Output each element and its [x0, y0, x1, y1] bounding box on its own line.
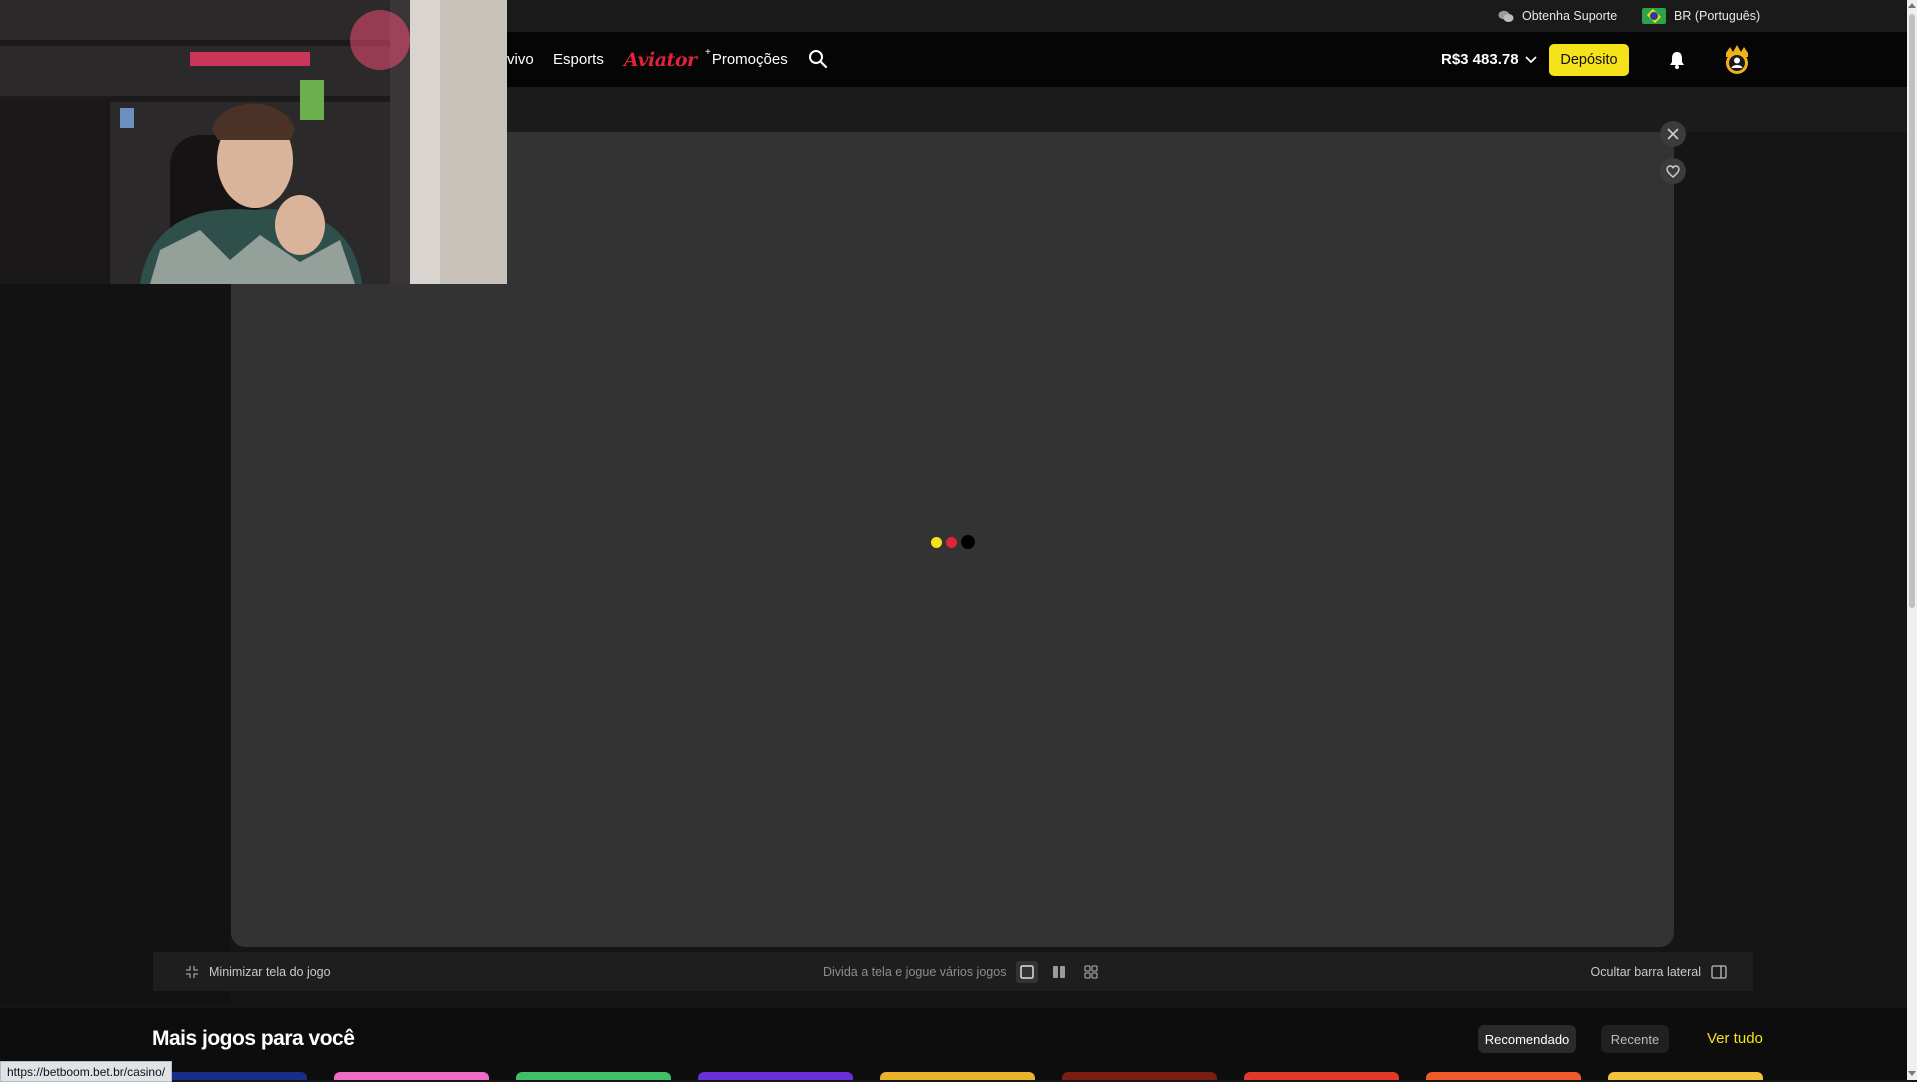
- game-thumbnail[interactable]: [1062, 1072, 1217, 1080]
- minimize-label: Minimizar tela do jogo: [209, 964, 331, 979]
- game-thumbnail[interactable]: [1426, 1072, 1581, 1080]
- single-view-icon: [1020, 964, 1035, 979]
- right-background: [1673, 132, 1907, 1002]
- loader-dot-red: [946, 536, 957, 548]
- nav-item-promotions[interactable]: + Promoções: [705, 32, 788, 87]
- balance-dropdown[interactable]: R$3 483.78: [1441, 32, 1537, 87]
- game-thumbnail[interactable]: [698, 1072, 853, 1080]
- nav-item-promotions-label: Promoções: [711, 51, 788, 68]
- game-thumbnail[interactable]: [1608, 1072, 1763, 1080]
- favorite-button[interactable]: [1660, 158, 1686, 184]
- split-screen-controls: Divida a tela e jogue vários jogos: [823, 952, 1102, 991]
- nav-item-esports-label: Esports: [553, 51, 604, 68]
- game-thumbnail[interactable]: [1244, 1072, 1399, 1080]
- heart-icon: [1666, 164, 1680, 178]
- scrollbar-thumb[interactable]: [1909, 14, 1915, 608]
- close-icon: [1667, 128, 1679, 140]
- two-column-icon: [1053, 965, 1066, 978]
- chat-bubbles-icon: [1498, 10, 1514, 22]
- bell-icon[interactable]: [1667, 50, 1687, 70]
- tab-recent[interactable]: Recente: [1601, 1025, 1669, 1053]
- tab-recommended[interactable]: Recomendado: [1478, 1025, 1576, 1053]
- loader-dot-yellow: [931, 536, 942, 548]
- promo-badge: +: [705, 47, 711, 58]
- search-icon[interactable]: [808, 49, 828, 69]
- game-thumbnail[interactable]: [334, 1072, 489, 1080]
- minimize-game-button[interactable]: Minimizar tela do jogo: [185, 952, 331, 991]
- nav-item-live[interactable]: vivo: [507, 32, 534, 87]
- support-label: Obtenha Suporte: [1522, 9, 1618, 23]
- brazil-flag-icon: [1642, 8, 1666, 24]
- close-game-button[interactable]: [1660, 121, 1686, 147]
- page-scrollbar[interactable]: [1907, 0, 1917, 1080]
- more-games-title: Mais jogos para você: [152, 1027, 355, 1050]
- loading-indicator: [931, 535, 975, 549]
- grid-icon: [1084, 964, 1099, 979]
- minimize-arrows-icon: [186, 965, 198, 978]
- webcam-overlay: [0, 0, 507, 284]
- chevron-down-icon: [1524, 55, 1537, 63]
- nav-item-aviator[interactable]: Aviator: [624, 32, 697, 87]
- support-link[interactable]: Obtenha Suporte: [1498, 0, 1617, 32]
- game-thumbnail[interactable]: [152, 1072, 307, 1080]
- aviator-logo: Aviator: [624, 48, 697, 71]
- layout-single-button[interactable]: [1016, 960, 1039, 983]
- layout-split-two-button[interactable]: [1048, 961, 1070, 983]
- split-label: Divida a tela e jogue vários jogos: [823, 964, 1007, 979]
- nav-item-live-label: vivo: [507, 51, 534, 68]
- layout-grid-four-button[interactable]: [1080, 961, 1102, 983]
- hide-sidebar-button[interactable]: Ocultar barra lateral: [1591, 952, 1727, 991]
- balance-value: R$3 483.78: [1441, 51, 1519, 68]
- game-thumbnail[interactable]: [516, 1072, 671, 1080]
- status-bar-url: https://betboom.bet.br/casino/: [0, 1061, 173, 1082]
- game-controls-bar: Minimizar tela do jogo Divida a tela e j…: [153, 952, 1753, 991]
- user-avatar-icon[interactable]: [1720, 43, 1754, 77]
- deposit-button[interactable]: Depósito: [1549, 44, 1629, 76]
- sidebar-toggle-icon: [1711, 964, 1727, 979]
- scroll-down-arrow-icon[interactable]: [1908, 1071, 1916, 1076]
- language-selector[interactable]: BR (Português): [1642, 0, 1760, 32]
- loader-dot-black: [961, 535, 975, 549]
- see-all-link[interactable]: Ver tudo: [1707, 1030, 1763, 1047]
- language-label: BR (Português): [1674, 9, 1761, 23]
- game-thumbnail[interactable]: [880, 1072, 1035, 1080]
- nav-item-esports[interactable]: Esports: [553, 32, 604, 87]
- hide-sidebar-label: Ocultar barra lateral: [1590, 964, 1701, 979]
- scroll-up-arrow-icon[interactable]: [1908, 3, 1916, 8]
